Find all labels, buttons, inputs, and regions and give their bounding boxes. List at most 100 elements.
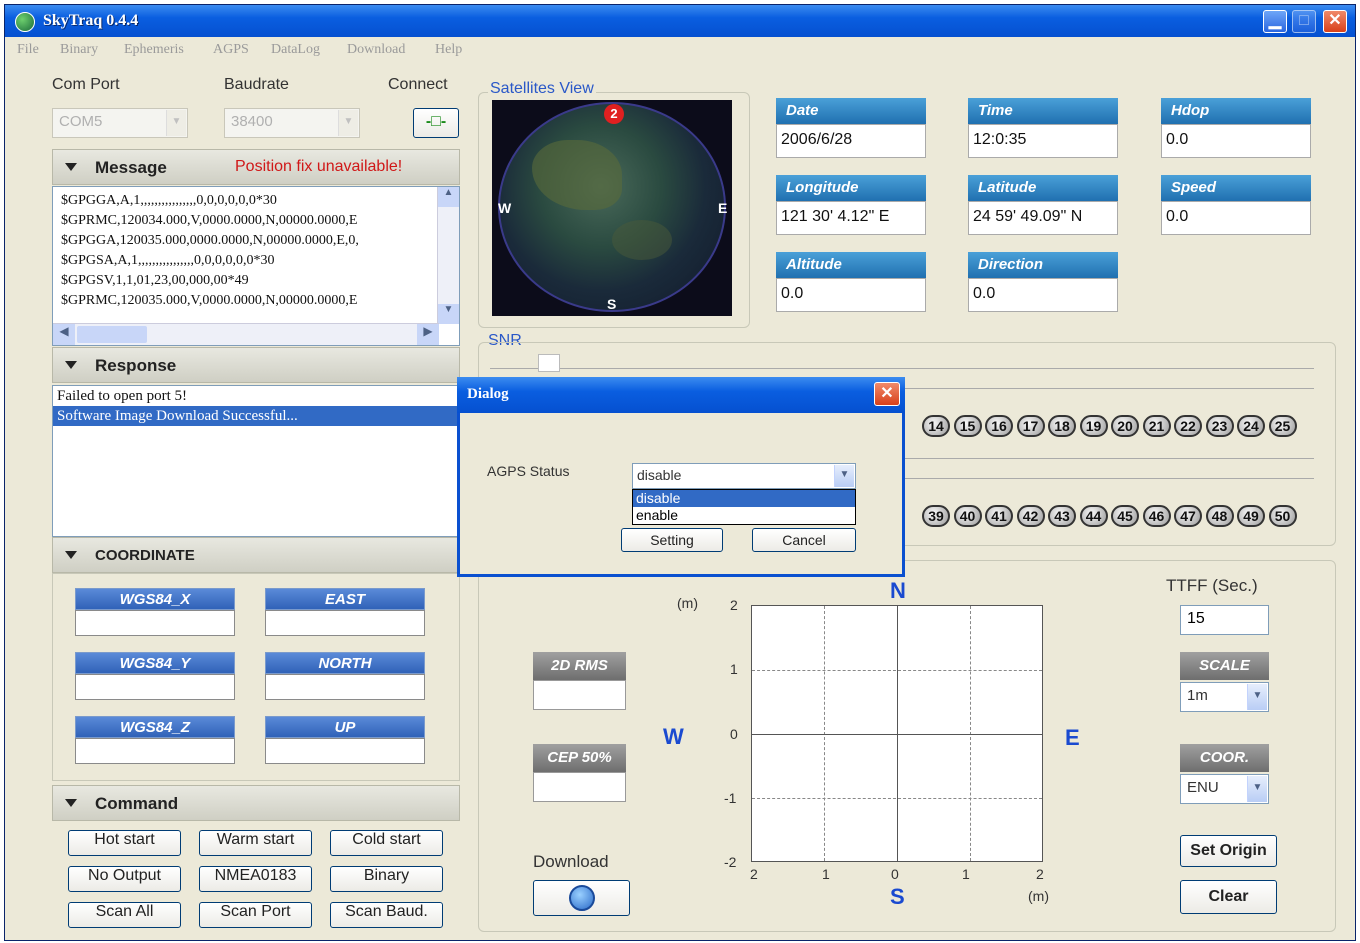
no-output-button[interactable]: No Output	[68, 866, 181, 892]
dialog-close-icon[interactable]: ✕	[874, 382, 900, 406]
response-header[interactable]: Response	[52, 347, 460, 383]
satellite-prn-24: 24	[1237, 415, 1265, 437]
nmea0183-button[interactable]: NMEA0183	[199, 866, 312, 892]
cold-start-button[interactable]: Cold start	[330, 830, 443, 856]
scan-baud-button[interactable]: Scan Baud.	[330, 902, 443, 928]
menu-file[interactable]: File	[17, 42, 39, 58]
satellite-prn-21: 21	[1142, 415, 1171, 437]
coor-header: COOR.	[1180, 744, 1269, 772]
wgs84-x-value[interactable]	[75, 610, 235, 636]
y-tick: 0	[730, 726, 738, 742]
hdop-field: Hdop 0.0	[1161, 98, 1311, 158]
message-log[interactable]: $GPGGA,A,1,,,,,,,,,,,,,,,,0,0,0,0,0,0*30…	[52, 186, 460, 346]
agps-status-select[interactable]: disable ▼	[632, 463, 856, 489]
menu-agps[interactable]: AGPS	[213, 42, 249, 58]
satellite-prn-44: 44	[1079, 505, 1108, 527]
warm-start-button[interactable]: Warm start	[199, 830, 312, 856]
satellite-prn-23: 23	[1205, 415, 1234, 437]
minimize-button[interactable]: ▁	[1263, 10, 1287, 33]
plot-y-unit: (m)	[677, 595, 698, 611]
title-bar[interactable]: SkyTraq 0.4.4 ▁ □ ✕	[5, 5, 1355, 37]
north-field: NORTH	[265, 652, 425, 700]
window-title: SkyTraq 0.4.4	[43, 12, 139, 29]
scroll-thumb[interactable]	[77, 326, 147, 343]
y-tick: -1	[724, 790, 737, 806]
connect-label: Connect	[388, 76, 448, 93]
satellite-prn-41: 41	[985, 505, 1013, 527]
time-value: 12:0:35	[968, 124, 1118, 158]
plot-n: N	[890, 578, 906, 603]
cancel-button[interactable]: Cancel	[752, 528, 856, 552]
up-value[interactable]	[265, 738, 425, 764]
cep-value	[533, 772, 626, 802]
scan-port-button[interactable]: Scan Port	[199, 902, 312, 928]
compass-w: W	[498, 200, 512, 216]
set-origin-button[interactable]: Set Origin	[1180, 835, 1277, 867]
response-line-selected: Software Image Download Successful...	[53, 406, 459, 426]
north-value[interactable]	[265, 674, 425, 700]
direction-value: 0.0	[968, 278, 1118, 312]
longitude-field: Longitude 121 30' 4.12" E	[776, 175, 926, 235]
connect-button[interactable]: -□-	[413, 108, 459, 138]
download-label: Download	[533, 852, 609, 871]
menu-datalog[interactable]: DataLog	[271, 42, 320, 58]
binary-button[interactable]: Binary	[330, 866, 443, 892]
message-line: $GPGGA,A,1,,,,,,,,,,,,,,,,0,0,0,0,0,0*30	[61, 193, 277, 208]
plug-icon: -□-	[425, 113, 447, 130]
response-line: Failed to open port 5!	[57, 388, 187, 404]
scroll-right-icon[interactable]: ▶	[417, 324, 439, 345]
satellite-prn-17: 17	[1016, 415, 1045, 437]
horizontal-scrollbar[interactable]: ◀ ▶	[53, 323, 439, 345]
command-header[interactable]: Command	[52, 785, 460, 821]
baudrate-value: 38400	[231, 113, 273, 130]
message-line: $GPGGA,120035.000,0000.0000,N,00000.0000…	[61, 233, 359, 248]
coor-select[interactable]: ENU ▼	[1180, 774, 1269, 804]
scale-select[interactable]: 1m ▼	[1180, 682, 1269, 712]
download-button[interactable]	[533, 880, 630, 916]
axis-line	[897, 606, 898, 861]
close-button[interactable]: ✕	[1323, 10, 1347, 33]
vertical-scrollbar[interactable]: ▲ ▼	[437, 187, 459, 324]
latitude-field: Latitude 24 59' 49.09" N	[968, 175, 1118, 235]
clear-button[interactable]: Clear	[1180, 880, 1277, 914]
wgs84-z-value[interactable]	[75, 738, 235, 764]
sky-view: 2 W E S	[492, 100, 732, 316]
option-enable[interactable]: enable	[633, 507, 855, 524]
satellite-prn-20: 20	[1111, 415, 1139, 437]
satellite-prn-46: 46	[1142, 505, 1171, 527]
dialog-title-bar[interactable]: Dialog ✕	[457, 377, 905, 413]
scroll-up-icon[interactable]: ▲	[438, 187, 459, 207]
satellite-prn-19: 19	[1079, 415, 1108, 437]
menu-help[interactable]: Help	[435, 42, 462, 58]
east-value[interactable]	[265, 610, 425, 636]
wgs84-y-value[interactable]	[75, 674, 235, 700]
speed-field: Speed 0.0	[1161, 175, 1311, 235]
scroll-left-icon[interactable]: ◀	[53, 324, 75, 345]
agps-status-value: disable	[637, 467, 682, 483]
satellite-prn-43: 43	[1048, 505, 1076, 527]
coordinate-header[interactable]: COORDINATE	[52, 537, 460, 573]
wgs84-z-field: WGS84_Z	[75, 716, 235, 764]
response-log[interactable]: Failed to open port 5! Software Image Do…	[52, 385, 460, 537]
setting-button[interactable]: Setting	[621, 528, 723, 552]
message-header[interactable]: Message Position fix unavailable!	[52, 149, 460, 185]
scan-all-button[interactable]: Scan All	[68, 902, 181, 928]
x-tick: 1	[962, 866, 970, 882]
satellite-prn-48: 48	[1205, 505, 1234, 527]
chevron-down-icon: ▼	[1247, 684, 1267, 710]
option-disable[interactable]: disable	[633, 490, 855, 507]
menu-download[interactable]: Download	[347, 42, 405, 58]
scale-value: 1m	[1187, 687, 1208, 704]
satellite-prn-50: 50	[1268, 505, 1297, 527]
compass-e: E	[718, 200, 728, 216]
hot-start-button[interactable]: Hot start	[68, 830, 181, 856]
ttff-label: TTFF (Sec.)	[1166, 576, 1258, 595]
scroll-down-icon[interactable]: ▼	[438, 304, 459, 324]
menu-ephemeris[interactable]: Ephemeris	[124, 42, 184, 58]
message-title: Message	[95, 158, 167, 177]
chevron-down-icon: ▼	[1247, 776, 1267, 802]
hdop-value: 0.0	[1161, 124, 1311, 158]
rms-field: 2D RMS	[533, 652, 626, 710]
menu-binary[interactable]: Binary	[60, 42, 98, 58]
plot-w: W	[663, 724, 684, 749]
